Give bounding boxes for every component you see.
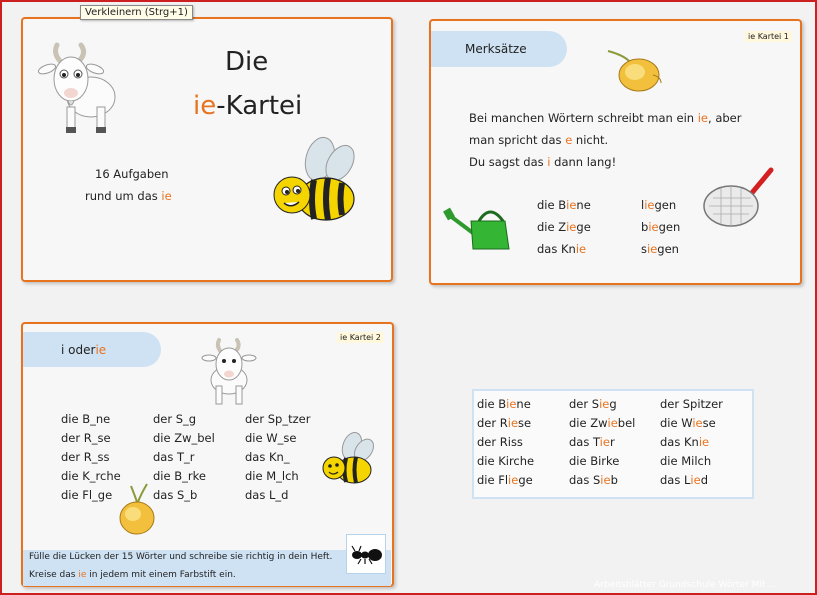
zoom-out-tooltip: Verkleinern (Strg+1) [80,5,193,20]
rule-line-3: Du sagst das i dann lang! [469,155,617,169]
gap-word: der S_g [153,412,197,426]
noun-knie: das Knie [537,242,587,256]
solution-word: der Riss [477,435,523,449]
card-tag: ie Kartei 2 [337,332,384,343]
instruction-line-2: Kreise das ie in jedem mit einem Farbsti… [29,570,236,580]
gap-word: das T_r [153,450,195,464]
rules-card: Merksätze ie Kartei 1 Bei manchen Wörter… [429,19,802,285]
solution-box: die Biene der Riese der Riss die Kirche … [472,389,754,499]
gap-word: die M_lch [245,469,299,483]
gap-word: die W_se [245,431,297,445]
watermark: Arbeitsblätter Grundschule Wörter Mit ..… [594,580,777,590]
rule-line-1: Bei manchen Wörtern schreibt man ein ie,… [469,111,742,125]
ant-stamp [346,534,386,574]
card-tag: ie Kartei 1 [745,31,792,42]
goat-icon [201,338,257,405]
gap-word: das L_d [245,488,289,502]
goat-icon [37,42,116,133]
ant-icon [351,545,382,565]
tab-merksaetze: Merksätze [431,31,567,67]
onion-icon [607,50,662,92]
solution-word: der Riese [477,416,532,430]
solution-word: die Fliege [477,473,533,487]
noun-biene: die Biene [537,198,591,212]
gap-word: die Zw_bel [153,431,215,445]
solution-word: die Wiese [660,416,716,430]
watering-can-icon [443,207,510,250]
gap-word: der Sp_tzer [245,412,311,426]
solution-word: das Tier [569,435,615,449]
bee-icon [322,431,375,484]
verb-biegen: biegen [641,220,681,234]
tab-i-oder-ie: i oder ie [23,332,161,367]
gap-word: der R_ss [61,450,110,464]
title-ie-kartei: ie-Kartei [193,91,303,121]
rule-line-2: man spricht das e nicht. [469,133,609,147]
gap-word: das Kn_ [245,450,290,464]
solution-word: das Knie [660,435,710,449]
solution-word: die Milch [660,454,712,468]
gap-word: die K_rche [61,469,121,483]
solution-word: das Lied [660,473,708,487]
subtitle-line-2: rund um das ie [85,189,172,203]
solution-word: die Kirche [477,454,535,468]
solution-word: der Sieg [569,397,617,411]
solution-word: das Sieb [569,473,618,487]
solution-word: die Birke [569,454,620,468]
title-die: Die [225,47,269,77]
instruction-line-1: Fülle die Lücken der 15 Wörter und schre… [29,552,333,562]
solution-word: die Zwiebel [569,416,636,430]
subtitle-line-1: 16 Aufgaben [95,167,169,181]
gap-word: die B_rke [153,469,206,483]
solution-word: die Biene [477,397,531,411]
verb-liegen: liegen [641,198,677,212]
exercise-card: i oder ie ie Kartei 2 die B_ne der R_se … [21,322,394,587]
onion-icon [119,483,155,535]
bee-icon [273,136,355,221]
noun-ziege: die Ziege [537,220,591,234]
verb-siegen: siegen [641,242,679,256]
gap-word: die B_ne [61,412,111,426]
title-card: Die ie-Kartei 16 Aufgaben rund um das ie [21,17,393,282]
solution-word: der Spitzer [660,397,723,411]
gap-word: der R_se [61,431,111,445]
gap-word: die Fl_ge [61,488,113,502]
sieve-icon [703,167,774,227]
